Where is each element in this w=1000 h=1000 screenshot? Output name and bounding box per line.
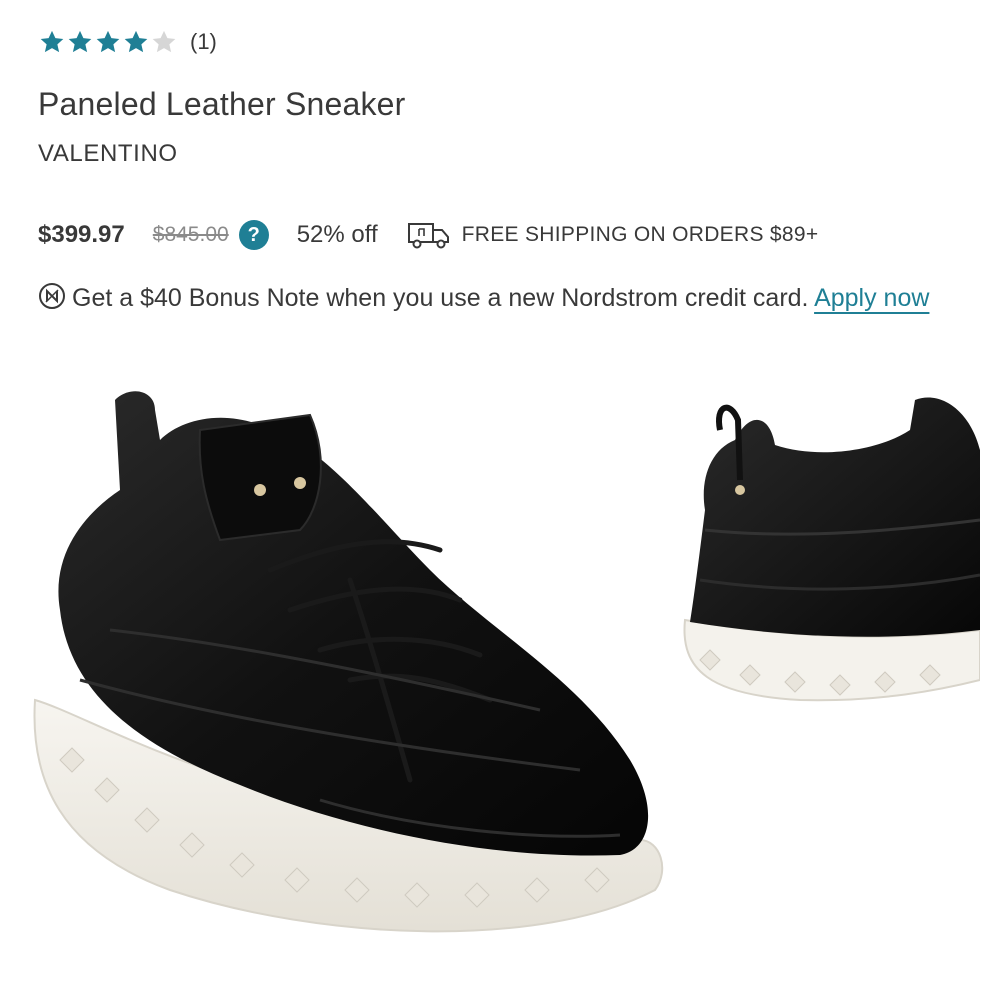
truck-icon — [407, 223, 449, 249]
original-price: $845.00 — [152, 223, 229, 246]
free-shipping-text: FREE SHIPPING ON ORDERS $89+ — [461, 223, 819, 246]
star-icon — [68, 30, 92, 53]
star-icon — [124, 30, 148, 53]
review-count[interactable]: (1) — [190, 29, 217, 55]
nordstrom-note-icon — [39, 283, 65, 309]
question-circle-icon[interactable]: ? — [238, 220, 269, 250]
promo-text: Get a $40 Bonus Note when you use a new … — [72, 284, 809, 312]
sale-price: $399.97 — [38, 221, 125, 248]
rating-row[interactable]: (1) — [38, 24, 217, 60]
brand-name[interactable]: VALENTINO — [38, 140, 178, 168]
star-rating — [38, 28, 178, 56]
price-row: $399.97 $845.00 ? 52% off FREE SHIPPING … — [38, 216, 818, 254]
sneaker-back-image[interactable] — [680, 390, 980, 720]
star-icon — [40, 30, 64, 53]
product-detail-page: (1) Paneled Leather Sneaker VALENTINO $3… — [0, 0, 1000, 1000]
star-icon — [96, 30, 120, 53]
star-icon — [152, 30, 176, 53]
discount-percent: 52% off — [296, 221, 378, 248]
apply-now-link[interactable]: Apply now — [814, 284, 929, 312]
product-title: Paneled Leather Sneaker — [38, 86, 406, 122]
credit-card-promo: Get a $40 Bonus Note when you use a new … — [38, 279, 968, 317]
sneaker-front-three-quarter-image[interactable] — [20, 380, 680, 980]
